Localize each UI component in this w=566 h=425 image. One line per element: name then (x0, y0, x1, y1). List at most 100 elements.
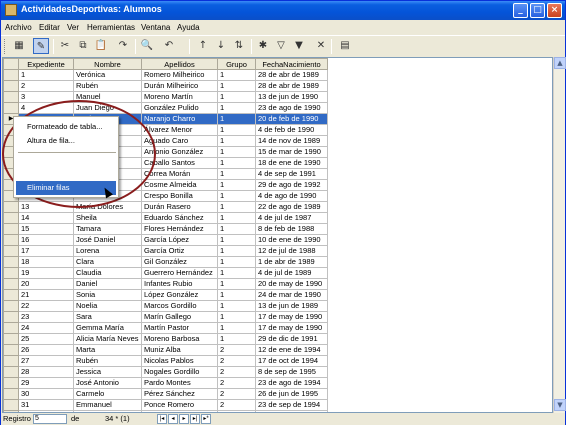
cell-apellidos[interactable]: Martín Pastor (141, 322, 218, 334)
cell-apellidos[interactable]: Guerrero Hernández (141, 267, 218, 279)
cell-expediente[interactable]: 1 (18, 69, 74, 81)
cell-grupo[interactable]: 1 (217, 102, 256, 114)
row-selector[interactable] (3, 256, 19, 268)
table-row[interactable]: 19 Claudia Guerrero Hernández 1 4 de jul de … (3, 267, 328, 279)
row-selector[interactable] (3, 399, 19, 411)
cell-fechanacimiento[interactable]: 17 de oct de 1994 (255, 355, 328, 367)
cell-grupo[interactable]: 1 (217, 267, 256, 279)
cell-grupo[interactable]: 1 (217, 201, 256, 213)
cell-grupo[interactable]: 1 (217, 256, 256, 268)
table-row[interactable]: 31 Emmanuel Ponce Romero 2 23 de sep de 1994 (3, 399, 328, 411)
scroll-down-icon[interactable]: ▼ (554, 399, 566, 411)
cell-fechanacimiento[interactable]: 13 de jun de 1989 (255, 300, 328, 312)
options-icon[interactable]: ▤ (337, 38, 353, 54)
column-header-expediente[interactable]: Expediente (18, 58, 74, 70)
cell-grupo[interactable]: 1 (217, 333, 256, 345)
row-selector[interactable] (3, 245, 19, 257)
cell-fechanacimiento[interactable]: 4 de jul de 1989 (255, 267, 328, 279)
cell-grupo[interactable]: 2 (217, 388, 256, 400)
cell-expediente[interactable]: 28 (18, 366, 74, 378)
first-record-icon[interactable]: |◂ (157, 414, 167, 424)
last-record-icon[interactable]: ▸| (190, 414, 200, 424)
cell-expediente[interactable]: 22 (18, 300, 74, 312)
row-selector[interactable] (3, 311, 19, 323)
close-button[interactable]: × (547, 3, 562, 18)
row-selector[interactable] (3, 102, 19, 114)
row-selector[interactable] (3, 355, 19, 367)
cell-grupo[interactable]: 1 (217, 113, 256, 125)
corner-cell[interactable] (3, 58, 19, 70)
cell-expediente[interactable]: 25 (18, 333, 74, 345)
table-row[interactable]: 17 Lorena García Ortiz 1 12 de jul de 1988 (3, 245, 328, 257)
cell-grupo[interactable]: 1 (217, 190, 256, 202)
cell-nombre[interactable]: Sheila (73, 212, 142, 224)
row-selector[interactable] (3, 212, 19, 224)
record-number-input[interactable]: 5 (33, 414, 67, 424)
row-selector[interactable] (3, 267, 19, 279)
cell-expediente[interactable]: 30 (18, 388, 74, 400)
cell-grupo[interactable]: 1 (217, 179, 256, 191)
cell-grupo[interactable]: 1 (217, 168, 256, 180)
cell-fechanacimiento[interactable]: 12 de jul de 1988 (255, 245, 328, 257)
cell-apellidos[interactable]: Pardo Montes (141, 377, 218, 389)
cell-grupo[interactable]: 1 (217, 69, 256, 81)
cell-nombre[interactable]: José Daniel (73, 234, 142, 246)
find-icon[interactable]: 🔍 (139, 38, 155, 54)
filter-form-icon[interactable]: ▽ (273, 38, 289, 54)
edit-icon[interactable]: ✎ (33, 38, 49, 54)
cell-apellidos[interactable]: Moreno Martín (141, 91, 218, 103)
menu-editar[interactable]: Editar (39, 23, 60, 32)
row-selector[interactable] (3, 300, 19, 312)
cell-nombre[interactable]: Rubén (73, 80, 142, 92)
cell-fechanacimiento[interactable]: 14 de nov de 1989 (255, 135, 328, 147)
cell-apellidos[interactable]: Marín Gallego (141, 311, 218, 323)
toolbar-grip[interactable] (4, 39, 7, 54)
cell-grupo[interactable]: 1 (217, 135, 256, 147)
cell-fechanacimiento[interactable]: 18 de ene de 1990 (255, 157, 328, 169)
cell-fechanacimiento[interactable]: 4 de sep de 1991 (255, 168, 328, 180)
row-selector[interactable] (3, 80, 19, 92)
cell-fechanacimiento[interactable]: 29 de dic de 1991 (255, 333, 328, 345)
cell-nombre[interactable]: Tamara (73, 223, 142, 235)
cell-apellidos[interactable]: Marcos Gordillo (141, 300, 218, 312)
cell-fechanacimiento[interactable]: 12 de ene de 1994 (255, 344, 328, 356)
cell-expediente[interactable]: 14 (18, 212, 74, 224)
cell-fechanacimiento[interactable]: 20 de feb de 1990 (255, 113, 328, 125)
cell-nombre[interactable]: José Antonio (73, 377, 142, 389)
row-selector[interactable] (3, 69, 19, 81)
table-row[interactable]: 18 Clara Gil González 1 1 de abr de 1989 (3, 256, 328, 268)
cell-apellidos[interactable]: Álvarez Menor (141, 124, 218, 136)
cell-apellidos[interactable]: Nicolas Pablos (141, 355, 218, 367)
cell-fechanacimiento[interactable]: 29 de ago de 1992 (255, 179, 328, 191)
row-selector[interactable] (3, 234, 19, 246)
cell-fechanacimiento[interactable]: 22 de ago de 1989 (255, 201, 328, 213)
cell-grupo[interactable]: 1 (217, 245, 256, 257)
cell-nombre[interactable]: Emmanuel (73, 399, 142, 411)
cell-nombre[interactable]: Sonia (73, 289, 142, 301)
cell-apellidos[interactable]: Durán Milheirico (141, 80, 218, 92)
cell-apellidos[interactable]: Gil González (141, 256, 218, 268)
row-selector[interactable] (3, 366, 19, 378)
cell-apellidos[interactable]: Correa Morán (141, 168, 218, 180)
cell-nombre[interactable]: Jessica (73, 366, 142, 378)
paste-icon[interactable]: 📋 (93, 38, 109, 54)
menu-item-eliminar-filas[interactable]: Eliminar filas (16, 181, 116, 195)
cell-grupo[interactable]: 1 (217, 278, 256, 290)
cell-expediente[interactable]: 31 (18, 399, 74, 411)
cell-fechanacimiento[interactable]: 13 de jun de 1990 (255, 91, 328, 103)
cell-grupo[interactable]: 1 (217, 234, 256, 246)
cell-apellidos[interactable]: Pérez Sánchez (141, 388, 218, 400)
cell-nombre[interactable]: Sara (73, 311, 142, 323)
table-row[interactable]: 26 Marta Muniz Alba 2 12 de ene de 1994 (3, 344, 328, 356)
cell-apellidos[interactable]: García Ortiz (141, 245, 218, 257)
row-selector[interactable] (3, 344, 19, 356)
cell-nombre[interactable]: Claudia (73, 267, 142, 279)
table-row[interactable]: 20 Daniel Infantes Rubio 1 20 de may de 1990 (3, 278, 328, 290)
table-row[interactable]: 28 Jessica Nogales Gordillo 2 8 de sep de 19… (3, 366, 328, 378)
row-selector[interactable] (3, 333, 19, 345)
table-row[interactable]: 1 Verónica Romero Milheirico 1 28 de abr de … (3, 69, 328, 81)
cell-fechanacimiento[interactable]: 4 de ago de 1990 (255, 190, 328, 202)
apply-filter-icon[interactable]: ▼ (291, 38, 307, 54)
cell-grupo[interactable]: 1 (217, 311, 256, 323)
cut-icon[interactable]: ✂ (57, 38, 73, 54)
